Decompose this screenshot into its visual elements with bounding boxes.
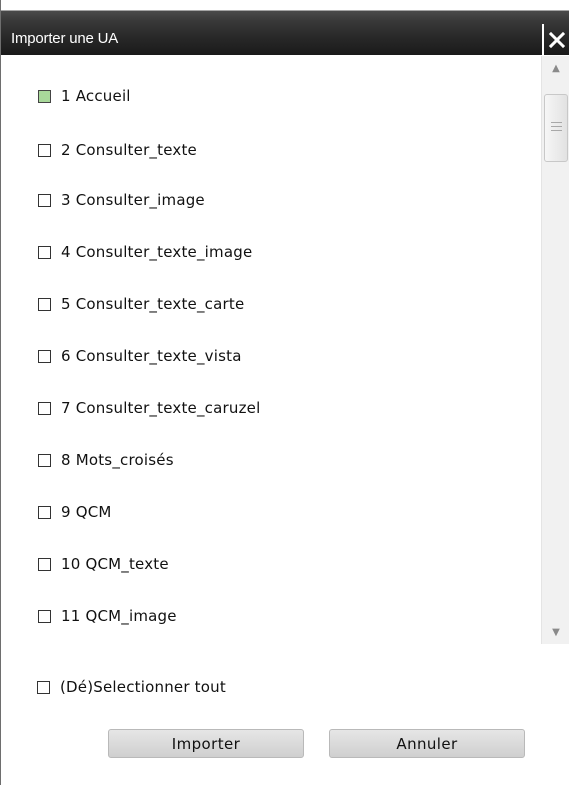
close-icon bbox=[549, 31, 565, 48]
checkbox[interactable] bbox=[38, 143, 51, 157]
list-item[interactable]: 8 Mots_croisés bbox=[38, 449, 174, 471]
item-label: 4 Consulter_texte_image bbox=[61, 243, 253, 261]
list-item[interactable]: 11 QCM_image bbox=[38, 605, 177, 627]
list-item[interactable]: 6 Consulter_texte_vista bbox=[38, 345, 242, 367]
list-item[interactable]: 4 Consulter_texte_image bbox=[38, 241, 252, 263]
import-dialog: Importer une UA 1 Accueil 2 Consulter_te… bbox=[0, 0, 569, 785]
select-all-label: (Dé)Selectionner tout bbox=[60, 678, 226, 696]
checkbox[interactable] bbox=[38, 401, 51, 415]
item-label: 5 Consulter_texte_carte bbox=[61, 295, 245, 313]
list-item[interactable]: 2 Consulter_texte bbox=[38, 139, 197, 161]
close-button[interactable] bbox=[542, 24, 569, 55]
checkbox[interactable] bbox=[38, 193, 51, 207]
item-label: 10 QCM_texte bbox=[61, 555, 169, 573]
item-label: 3 Consulter_image bbox=[61, 191, 205, 209]
select-all[interactable]: (Dé)Selectionner tout bbox=[37, 676, 226, 698]
cancel-button[interactable]: Annuler bbox=[329, 729, 525, 758]
grip-line bbox=[551, 130, 562, 131]
checkbox[interactable] bbox=[38, 245, 51, 259]
list-item[interactable]: 5 Consulter_texte_carte bbox=[38, 293, 244, 315]
item-label: 7 Consulter_texte_caruzel bbox=[61, 399, 261, 417]
arrow-down-icon: ▼ bbox=[552, 626, 560, 638]
arrow-up-icon: ▲ bbox=[552, 62, 560, 74]
item-label: 2 Consulter_texte bbox=[61, 141, 197, 159]
dialog-titlebar: Importer une UA bbox=[1, 0, 569, 55]
scroll-down-button[interactable]: ▼ bbox=[542, 620, 569, 644]
checkbox[interactable] bbox=[38, 505, 51, 519]
checkbox[interactable] bbox=[38, 89, 51, 103]
list-item[interactable]: 7 Consulter_texte_caruzel bbox=[38, 397, 260, 419]
item-label: 9 QCM bbox=[61, 503, 112, 521]
scrollbar-thumb[interactable] bbox=[544, 94, 568, 162]
grip-line bbox=[551, 122, 562, 123]
list-item[interactable]: 3 Consulter_image bbox=[38, 189, 205, 211]
checkbox[interactable] bbox=[38, 557, 51, 571]
checkbox[interactable] bbox=[38, 609, 51, 623]
list-item[interactable]: 1 Accueil bbox=[38, 85, 131, 107]
item-label: 8 Mots_croisés bbox=[61, 451, 174, 469]
grip-line bbox=[551, 126, 562, 127]
list-item[interactable]: 9 QCM bbox=[38, 501, 112, 523]
item-label: 1 Accueil bbox=[61, 87, 131, 105]
list-item[interactable]: 10 QCM_texte bbox=[38, 553, 169, 575]
dialog-title: Importer une UA bbox=[11, 30, 119, 47]
item-label: 6 Consulter_texte_vista bbox=[61, 347, 242, 365]
select-all-checkbox[interactable] bbox=[37, 680, 50, 694]
checkbox[interactable] bbox=[38, 349, 51, 363]
checkbox[interactable] bbox=[38, 453, 51, 467]
vertical-scrollbar[interactable]: ▲ ▼ bbox=[541, 56, 569, 644]
checkbox[interactable] bbox=[38, 297, 51, 311]
item-label: 11 QCM_image bbox=[61, 607, 177, 625]
scroll-up-button[interactable]: ▲ bbox=[542, 56, 569, 80]
ua-list: 1 Accueil 2 Consulter_texte 3 Consulter_… bbox=[2, 56, 540, 644]
import-button[interactable]: Importer bbox=[108, 729, 304, 758]
